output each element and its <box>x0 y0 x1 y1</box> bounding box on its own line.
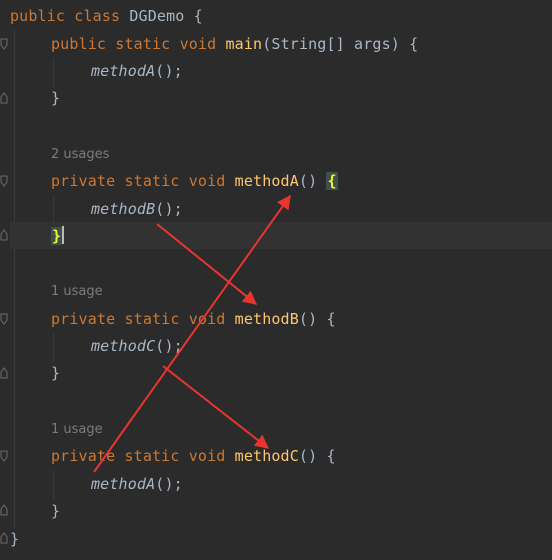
code-line-methodA-signature[interactable]: private static void methodA() { <box>51 171 338 191</box>
fold-marker-icon[interactable] <box>0 504 8 516</box>
indent-guide <box>14 30 15 528</box>
method-call: methodB <box>91 200 156 218</box>
annotation-arrows <box>93 194 291 473</box>
method-call: methodA <box>91 475 156 493</box>
code-line-methodA-close[interactable]: } <box>51 226 65 246</box>
call-suffix: (); <box>155 62 183 80</box>
keyword: private <box>51 310 116 328</box>
matched-brace: } <box>51 227 63 245</box>
keyword: static <box>124 447 180 465</box>
code-line-methodB-close[interactable]: } <box>51 363 60 383</box>
code-line-main-call[interactable]: methodA(); <box>91 61 183 81</box>
call-suffix: (); <box>155 200 183 218</box>
method-params: () <box>298 310 318 328</box>
method-params: () <box>298 172 318 190</box>
code-line-class-close[interactable]: } <box>10 529 19 549</box>
code-line-methodC-call[interactable]: methodA(); <box>91 474 183 494</box>
indent-guide <box>53 333 54 363</box>
brace: { <box>326 447 336 465</box>
method-call: methodA <box>91 62 156 80</box>
matched-brace: { <box>326 172 338 190</box>
fold-marker-icon[interactable] <box>0 92 8 104</box>
keyword: void <box>179 35 217 53</box>
brace: { <box>326 310 336 328</box>
method-params: () <box>298 447 318 465</box>
fold-marker-icon[interactable] <box>0 175 8 187</box>
keyword: public <box>51 35 107 53</box>
usage-hint[interactable]: 1 usage <box>51 421 103 439</box>
current-line-highlight <box>10 222 552 249</box>
fold-marker-icon[interactable] <box>0 38 8 50</box>
brace: } <box>51 89 61 107</box>
brace: } <box>10 530 20 548</box>
keyword: void <box>188 172 226 190</box>
usage-hint[interactable]: 1 usage <box>51 283 103 301</box>
brace: } <box>51 502 61 520</box>
method-name: main <box>225 35 263 53</box>
keyword: static <box>124 172 180 190</box>
keyword: private <box>51 447 116 465</box>
code-line-methodB-signature[interactable]: private static void methodB() { <box>51 309 336 329</box>
fold-marker-icon[interactable] <box>0 229 8 241</box>
indent-guide <box>53 470 54 500</box>
method-name: methodA <box>234 172 299 190</box>
call-suffix: (); <box>155 337 183 355</box>
method-name: methodB <box>234 310 299 328</box>
method-name: methodC <box>234 447 299 465</box>
editor-gutter <box>0 0 10 560</box>
code-line-methodA-call[interactable]: methodB(); <box>91 199 183 219</box>
brace: { <box>193 7 203 25</box>
call-suffix: (); <box>155 475 183 493</box>
code-line-main-close[interactable]: } <box>51 88 60 108</box>
keyword: class <box>74 7 121 25</box>
method-params: (String[] args) { <box>262 35 419 53</box>
keyword: void <box>188 447 226 465</box>
brace: } <box>51 364 61 382</box>
keyword: public <box>10 7 66 25</box>
code-line-main-signature[interactable]: public static void main(String[] args) { <box>51 34 418 54</box>
keyword: static <box>124 310 180 328</box>
code-line-methodC-close[interactable]: } <box>51 501 60 521</box>
fold-marker-icon[interactable] <box>0 532 8 544</box>
usage-hint[interactable]: 2 usages <box>51 146 109 164</box>
fold-marker-icon[interactable] <box>0 450 8 462</box>
code-line-class-declaration[interactable]: public class DGDemo { <box>10 6 203 26</box>
code-line-methodB-call[interactable]: methodC(); <box>91 336 183 356</box>
code-editor[interactable]: public class DGDemo { public static void… <box>0 0 552 560</box>
class-name: DGDemo <box>129 7 185 25</box>
method-call: methodC <box>91 337 156 355</box>
code-line-methodC-signature[interactable]: private static void methodC() { <box>51 446 336 466</box>
keyword: static <box>115 35 171 53</box>
keyword: void <box>188 310 226 328</box>
fold-marker-icon[interactable] <box>0 367 8 379</box>
keyword: private <box>51 172 116 190</box>
fold-marker-icon[interactable] <box>0 313 8 325</box>
indent-guide <box>53 58 54 88</box>
text-caret <box>62 226 65 244</box>
arrow-icon <box>162 365 270 449</box>
